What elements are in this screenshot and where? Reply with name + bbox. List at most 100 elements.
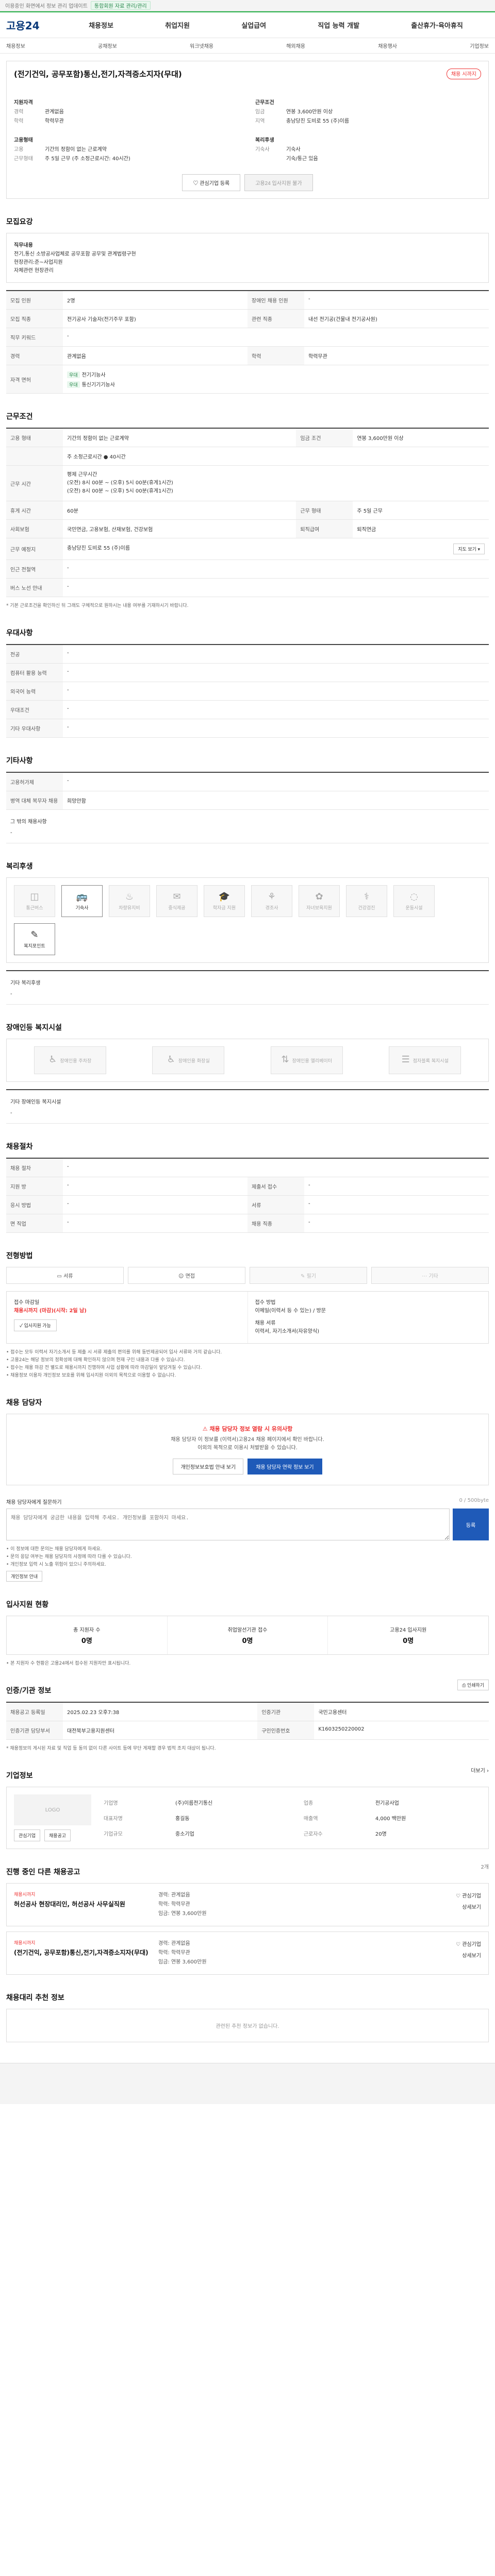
ongoing-interest-button[interactable]: ♡ 관심기업 — [430, 1891, 481, 1902]
row-value: - — [63, 772, 489, 791]
row-value: - — [63, 645, 489, 664]
apply-deadline-col: 접수 마감일 채용시까지 (마감)(시작: 2일 남) ✓ 입사지원 가능 — [7, 1292, 248, 1343]
tab-interview[interactable]: ☺ 면접 — [128, 1267, 245, 1284]
row-value: - — [63, 700, 489, 719]
license-tag: 우대 — [67, 371, 80, 378]
row-key: 근무 예정지 — [6, 538, 63, 560]
row-value: 충남당진 도비로 55 (주)이름 지도 보기 ▾ — [63, 538, 489, 560]
interest-label: 관심기업 등록 — [200, 181, 230, 187]
gnb-item-benefit[interactable]: 실업급여 — [241, 20, 266, 30]
workplace-address: 충남당진 도비로 55 (주)이름 — [67, 546, 130, 551]
print-icon: ⎙ — [462, 1682, 467, 1688]
table-row: 컴퓨터 활용 능력 - — [6, 663, 489, 682]
subnav-item-events[interactable]: 채용행사 — [378, 42, 397, 49]
tab-written[interactable]: ✎ 필기 — [250, 1267, 367, 1284]
summary-value: 주 5일 근무 (주 소정근로시간: 40시간) — [45, 156, 130, 162]
view-contact-button[interactable]: 채용 담당자 연락 정보 보기 — [248, 1459, 322, 1475]
row-key: 근무 형태 — [296, 501, 353, 520]
row-key: 휴게 시간 — [6, 501, 63, 520]
table-row: 근무 시간 평제 근무시간 (오전) 8시 00분 ~ (오후) 5시 00분(휴… — [6, 465, 489, 501]
welfare-other-label: 기타 복리후생 — [10, 980, 41, 986]
row-value: - — [63, 1195, 248, 1214]
inquiry-textarea[interactable] — [6, 1509, 450, 1540]
braille-icon: ☰ — [401, 1054, 410, 1065]
ongoing-interest-button[interactable]: ♡ 관심기업 — [430, 1939, 481, 1951]
map-button[interactable]: 지도 보기 ▾ — [453, 544, 485, 554]
subnav-item-jobs[interactable]: 채용정보 — [6, 42, 25, 49]
table-row: 대표자명 홍길동 매출액 4,000 백만원 — [102, 1810, 481, 1825]
etc-other: 그 밖의 채용사항 - — [6, 810, 489, 843]
ongoing-mid: 경력: 관계없음 학력: 학력무관 임금: 연봉 3,600만원 — [158, 1891, 430, 1919]
welfare-label: 통근버스 — [26, 906, 43, 911]
privacy-notes-button[interactable]: 개인정보 안내 — [6, 1571, 43, 1582]
disability-other: 기타 장애인등 복지시설 - — [6, 1089, 489, 1124]
company-header: 기업정보 더보기 › — [6, 1753, 489, 1787]
apply-heading: 전형방법 — [6, 1252, 33, 1260]
docs-label: 채용 서류 — [255, 1320, 276, 1326]
subnav-item-public[interactable]: 공채정보 — [98, 42, 117, 49]
ongoing-job-card[interactable]: 채용시까지 (전기건익, 공무포함)통신,전기,자격증소지자(무대) 경력: 관… — [6, 1931, 489, 1975]
inquiry-count: 0 / 500byte — [459, 1498, 489, 1503]
disability-icon-grid: ♿ 장애인용 주차장 ♿ 장애인용 화장실 ⇅ 장애인용 엘리베이터 ☰ 점자블록 복지… — [14, 1046, 481, 1074]
row-key: 임금 조건 — [296, 428, 353, 447]
job-title: (전기건익, 공무포함)통신,전기,자격증소지자(무대) — [14, 70, 182, 79]
welfare-label: 기숙사 — [75, 906, 89, 911]
row-key: 경력 — [6, 346, 63, 365]
print-button[interactable]: ⎙ 인쇄하기 — [457, 1679, 489, 1690]
subnav-item-worknet[interactable]: 워크넷채용 — [190, 42, 213, 49]
interest-label: 관심기업 — [462, 1942, 481, 1947]
tab-document[interactable]: ▭ 서류 — [6, 1267, 124, 1284]
welfare-icon-grid: ◫ 통근버스 🚌 기숙사 ♨ 차량유지비 ✉ 중식제공 🎓 학자금 지원 ⚘ 경조사 ✿ 자녀… — [14, 885, 481, 955]
table-row: 모집 직종 전기공사 기술자(전기주무 포함) 관련 직종 내선 전기공(건물내 전기… — [6, 309, 489, 328]
site-logo[interactable]: 고용24 — [6, 18, 63, 32]
company-logo: LOGO — [14, 1794, 91, 1825]
ongoing-info: 학력: 학력무관 — [158, 1950, 190, 1956]
ongoing-job-card[interactable]: 채용시까지 허선공사 현장대리인, 허선공사 사무실직원 경력: 관계없음 학력… — [6, 1883, 489, 1926]
gnb-item-support[interactable]: 취업지원 — [165, 20, 190, 30]
ongoing-title[interactable]: (전기건익, 공무포함)통신,전기,자격증소지자(무대) — [14, 1948, 158, 1957]
inquiry-label: 채용 담당자에게 질문하기 — [6, 1500, 62, 1505]
tab-other[interactable]: ⋯ 기타 — [371, 1267, 489, 1284]
apply-disabled-button[interactable]: 고용24 입사지원 불가 — [244, 174, 313, 191]
company-logo-col: LOGO 관심기업 채용공고 — [14, 1794, 91, 1841]
row-value: - — [63, 682, 489, 701]
status-heading: 입사지원 현황 — [6, 1601, 49, 1609]
top-notice-text: 이용중인 화면에서 정보 관리 업데이트 — [5, 4, 88, 9]
points-icon: ✎ — [30, 929, 39, 940]
preference-table: 전공 - 컴퓨터 활용 능력 - 외국어 능력 - 우대조건 - 기타 우대사항 - — [6, 644, 489, 738]
gnb-item-training[interactable]: 직업 능력 개발 — [318, 20, 359, 30]
selection-table: 채용 절차 - 지원 방 - 제출서 접수 - 응시 방법 - 서류 - 면 직업 - 채용 직종… — [6, 1158, 489, 1233]
summary-key: 지역 — [255, 118, 265, 124]
subnav-item-overseas[interactable]: 해외채용 — [286, 42, 305, 49]
ongoing-info: 임금: 연봉 3,600만원 — [158, 1911, 207, 1917]
alert-title: ⚠ 채용 담당자 정보 열람 시 유의사항 — [17, 1425, 478, 1433]
warning-icon: ⚠ — [202, 1426, 210, 1432]
welfare-item-points: ✎ 복지포인트 — [14, 923, 55, 955]
apply-possible-button[interactable]: ✓ 입사지원 가능 — [14, 1319, 57, 1331]
preference-heading: 우대사항 — [6, 629, 33, 637]
company-jobs-button[interactable]: 채용공고 — [44, 1829, 71, 1841]
stat-label: 고용24 입사지원 — [390, 1628, 427, 1633]
privacy-guide-button[interactable]: 개인정보보호법 안내 보기 — [173, 1459, 244, 1475]
facility-label: 장애인용 주차장 — [60, 1058, 92, 1064]
row-value: 주 5일 근무 — [353, 501, 489, 520]
table-row: 전공 - — [6, 645, 489, 664]
stat-value: 0명 — [242, 1637, 253, 1645]
ongoing-detail-button[interactable]: 상세보기 — [430, 1951, 481, 1962]
ongoing-detail-button[interactable]: 상세보기 — [430, 1902, 481, 1913]
company-more-link[interactable]: 더보기 › — [471, 1766, 489, 1774]
company-interest-button[interactable]: 관심기업 — [14, 1829, 41, 1841]
subnav-item-company[interactable]: 기업정보 — [470, 42, 489, 49]
ongoing-title[interactable]: 허선공사 현장대리인, 허선공사 사무실직원 — [14, 1900, 158, 1908]
interest-company-button[interactable]: ♡ 관심기업 등록 — [182, 174, 241, 191]
top-notice-badge[interactable]: 통합회원 자료 관리/관리 — [90, 1, 151, 10]
ongoing-header: 진행 중인 다른 채용공고 2개 — [6, 1849, 489, 1883]
inquiry-submit-button[interactable]: 등록 — [453, 1509, 489, 1540]
manager-heading: 채용 담당자 — [6, 1399, 42, 1407]
table-row: 지원 방 - 제출서 접수 - — [6, 1177, 489, 1196]
apply-method-col: 접수 방법 이메일(이력서 등 수 있는) / 방문 채용 서류 이력서, 자기… — [248, 1292, 489, 1343]
summary-actions: ♡ 관심기업 등록 고용24 입사지원 불가 — [14, 174, 481, 191]
gnb-item-leave[interactable]: 출산휴가·육아휴직 — [411, 20, 463, 30]
table-row: 모집 인원 2명 장애인 채용 인원 - — [6, 291, 489, 310]
gnb-item-jobs[interactable]: 채용정보 — [89, 20, 113, 30]
